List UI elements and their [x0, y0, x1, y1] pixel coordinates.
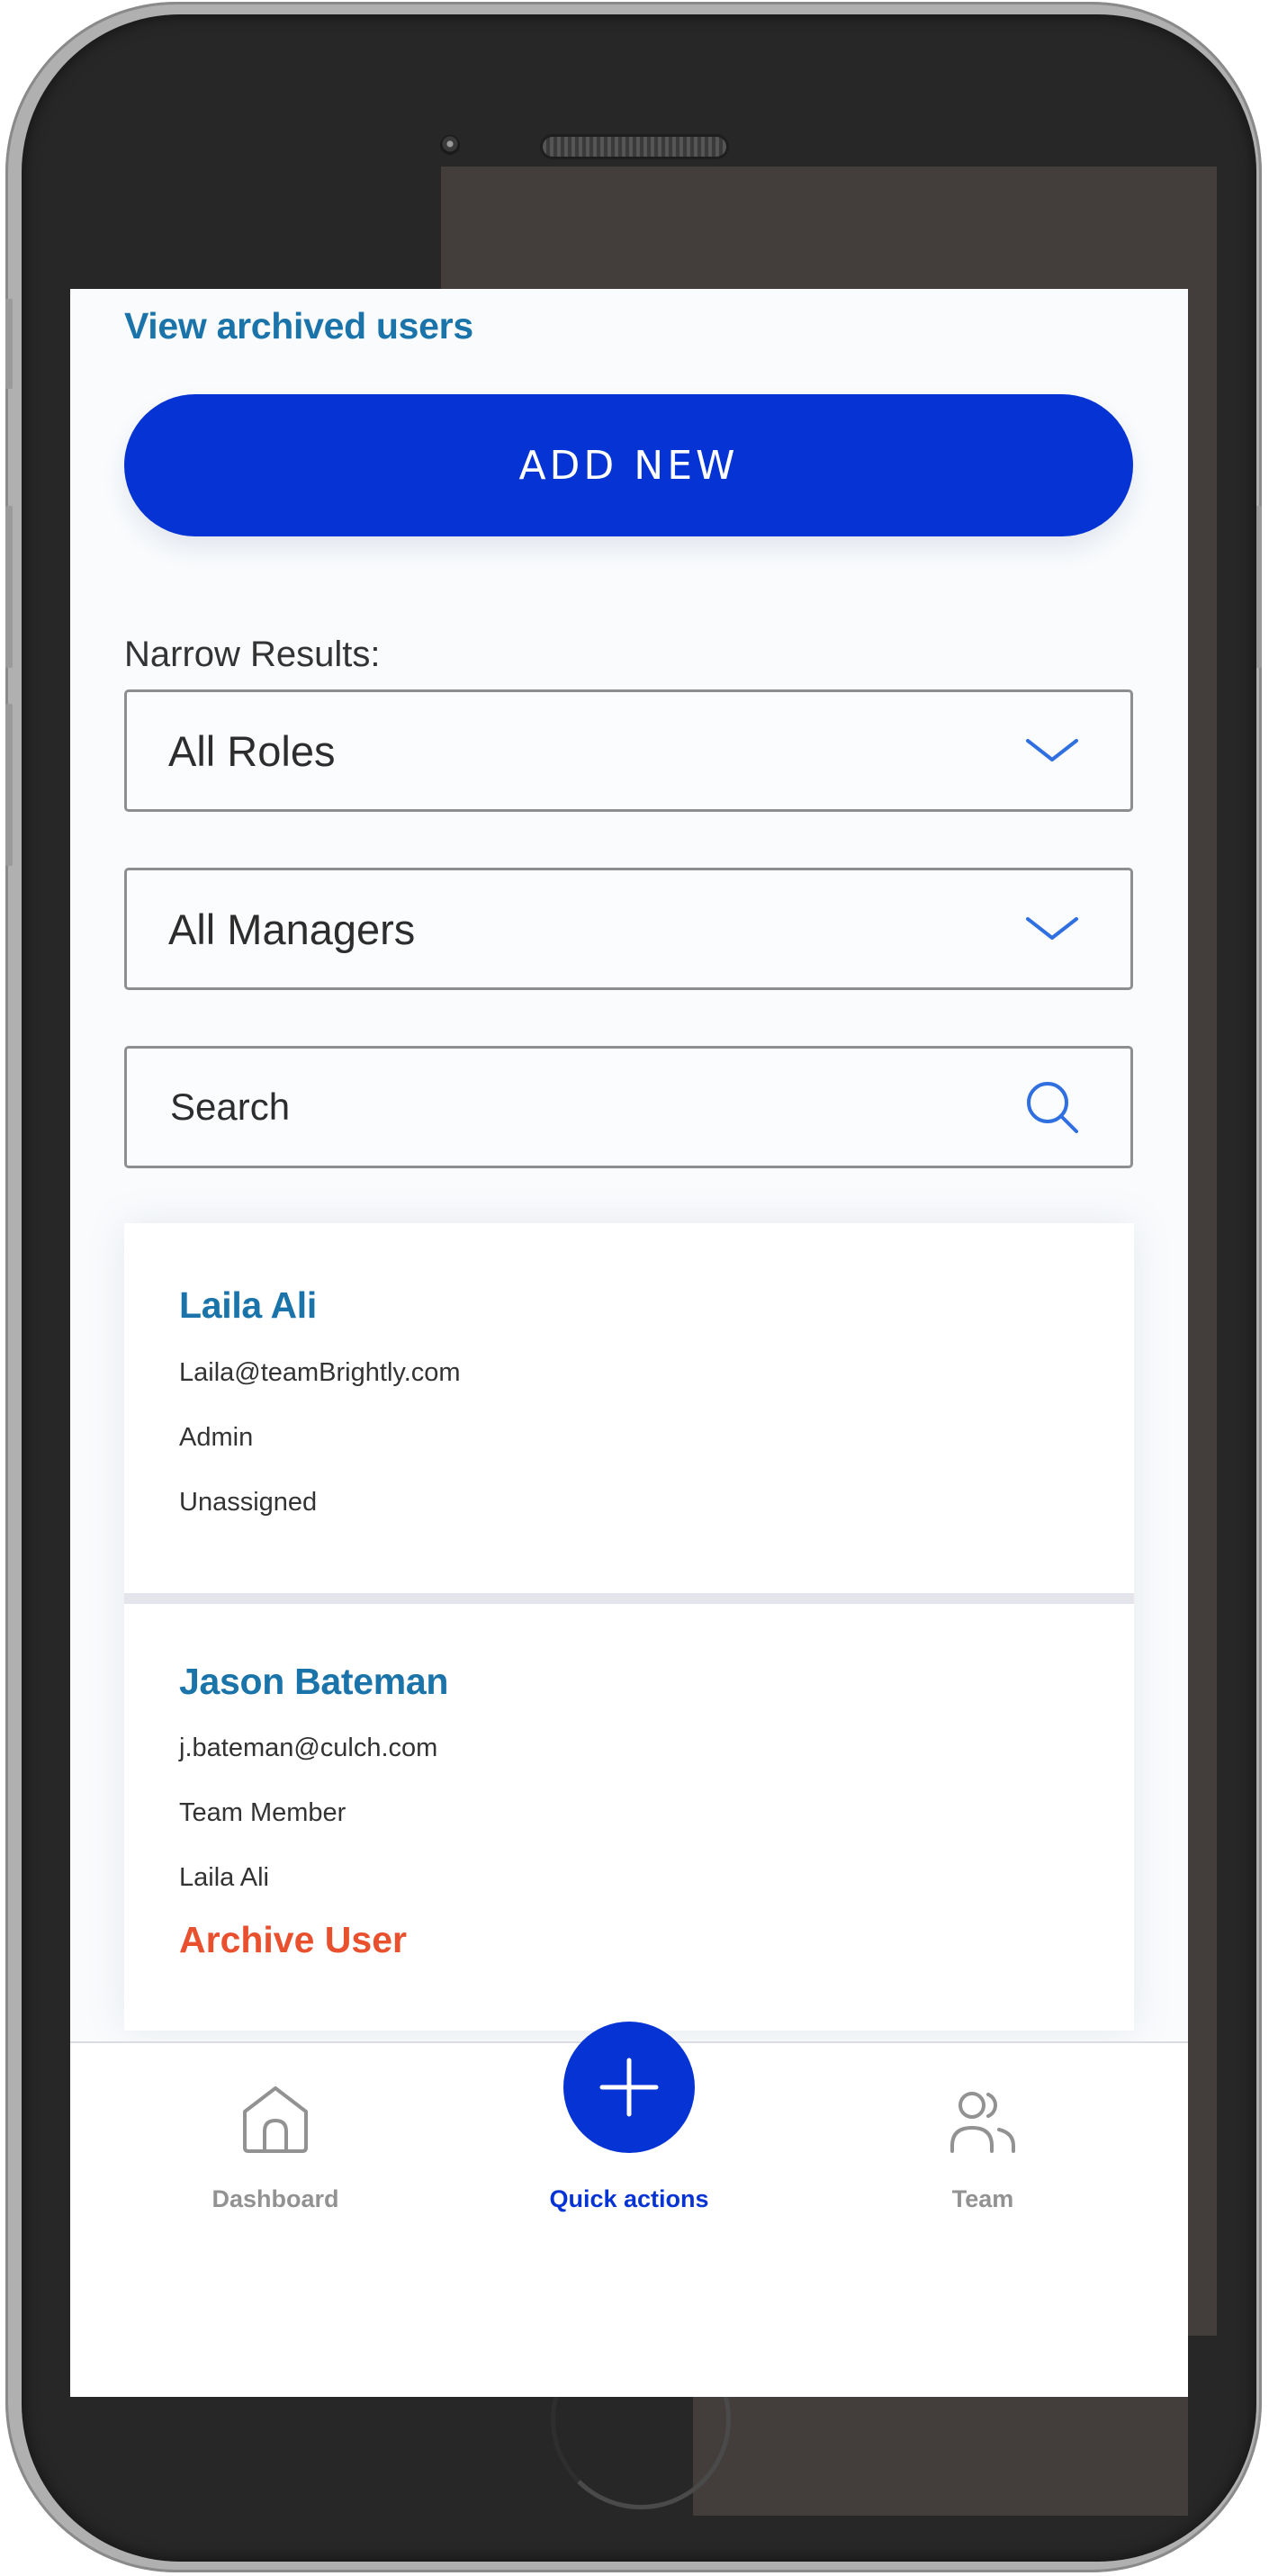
frame-artifact: [441, 167, 1215, 289]
managers-select-value: All Managers: [168, 905, 416, 953]
user-email: Laila@teamBrightly.com: [179, 1358, 461, 1387]
user-manager: Laila Ali: [179, 1863, 269, 1892]
view-archived-users-link[interactable]: View archived users: [124, 305, 473, 347]
search-field[interactable]: [124, 1046, 1133, 1168]
user-manager: Unassigned: [179, 1488, 318, 1517]
front-camera: [440, 135, 460, 155]
add-new-button[interactable]: ADD NEW: [124, 394, 1133, 536]
user-card[interactable]: Laila Ali Laila@teamBrightly.com Admin U…: [124, 1223, 1134, 1593]
quick-actions-fab[interactable]: [563, 2022, 695, 2153]
home-icon: [243, 2086, 308, 2153]
user-list: Laila Ali Laila@teamBrightly.com Admin U…: [124, 1223, 1134, 2031]
chevron-down-icon: [1026, 917, 1078, 940]
narrow-results-label: Narrow Results:: [124, 635, 381, 674]
mute-switch: [5, 299, 13, 389]
chevron-down-icon: [1026, 739, 1078, 761]
speaker-grille: [543, 137, 726, 157]
user-card[interactable]: Jason Bateman j.bateman@culch.com Team M…: [124, 1593, 1134, 2031]
nav-team-label: Team: [951, 2185, 1014, 2212]
nav-quick-actions-label: Quick actions: [549, 2185, 709, 2212]
user-name[interactable]: Jason Bateman: [179, 1661, 448, 1703]
archive-user-button[interactable]: Archive User: [179, 1919, 407, 1961]
user-email: j.bateman@culch.com: [179, 1734, 438, 1762]
user-role: Team Member: [179, 1798, 346, 1827]
roles-select-value: All Roles: [168, 726, 336, 775]
nav-team[interactable]: Team: [848, 2043, 1118, 2313]
nav-dashboard-label: Dashboard: [212, 2185, 339, 2212]
nav-dashboard[interactable]: Dashboard: [140, 2043, 410, 2313]
managers-select[interactable]: All Managers: [124, 868, 1133, 990]
plus-icon: [599, 2058, 659, 2117]
user-name[interactable]: Laila Ali: [179, 1284, 317, 1327]
volume-up-button: [5, 506, 13, 668]
search-input[interactable]: [168, 1085, 1021, 1130]
bottom-navigation: Dashboard Quick actions Team: [70, 2022, 1188, 2397]
app-screen: View archived users ADD NEW Narrow Resul…: [70, 289, 1188, 2397]
roles-select[interactable]: All Roles: [124, 689, 1133, 812]
frame-artifact: [1188, 167, 1217, 2336]
team-icon: [950, 2092, 1015, 2153]
volume-down-button: [5, 704, 13, 866]
search-icon[interactable]: [1021, 1076, 1084, 1139]
user-role: Admin: [179, 1423, 254, 1452]
